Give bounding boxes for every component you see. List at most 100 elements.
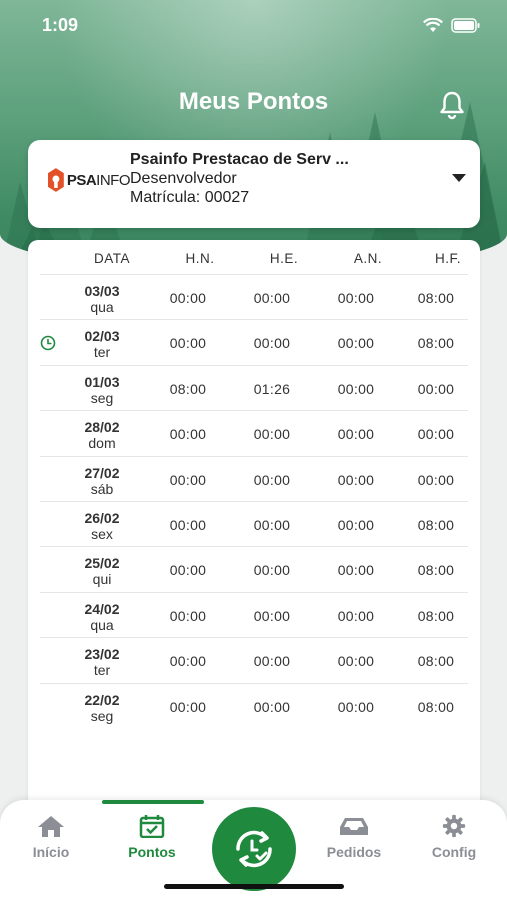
register-punch-button[interactable] <box>212 807 296 891</box>
row-value-hf: 08:00 <box>417 653 455 670</box>
row-value-hn: 00:00 <box>169 562 207 579</box>
nav-item-config[interactable]: Config <box>404 814 504 860</box>
employee-registration: Matrícula: 00027 <box>130 189 250 206</box>
dropdown-caret-icon[interactable] <box>452 174 466 182</box>
row-date: 24/02 qua <box>72 601 132 633</box>
row-value-an: 00:00 <box>337 335 375 352</box>
company-logo: PSAINFO <box>48 164 130 196</box>
row-value-hn: 00:00 <box>169 607 207 624</box>
row-value-hn: 00:00 <box>169 698 207 715</box>
row-value-hn: 00:00 <box>169 290 207 306</box>
table-row[interactable]: 28/02 dom 00:00 00:00 00:00 00:00 <box>40 410 468 455</box>
nav-item-inicio[interactable]: Início <box>1 814 101 860</box>
home-indicator <box>164 884 344 889</box>
row-date-day: 01/03 <box>84 373 120 390</box>
row-date-day: 26/02 <box>84 509 120 526</box>
row-weekday: qui <box>92 571 112 588</box>
row-value-hf: 08:00 <box>417 516 455 533</box>
status-bar: 1:09 <box>0 0 507 50</box>
inbox-tray-icon <box>340 818 368 835</box>
row-value-he: 00:00 <box>253 426 291 443</box>
row-date-day: 28/02 <box>84 419 120 436</box>
row-value-he: 00:00 <box>253 698 291 715</box>
column-header-he: H.E. <box>269 251 299 266</box>
row-value-hf: 00:00 <box>417 471 455 488</box>
row-value-an: 00:00 <box>337 380 375 397</box>
column-header-hn: H.N. <box>185 251 215 266</box>
table-row[interactable]: 01/03 seg 08:00 01:26 00:00 00:00 <box>40 364 468 410</box>
row-date-day: 23/02 <box>84 646 120 663</box>
row-value-hn: 00:00 <box>169 653 207 670</box>
employee-role: Desenvolvedor <box>130 170 237 187</box>
row-weekday: seg <box>90 707 114 724</box>
row-value-an: 00:00 <box>337 471 375 488</box>
table-row[interactable]: 24/02 qua 00:00 00:00 00:00 08:00 <box>40 591 468 637</box>
row-value-hf: 08:00 <box>417 290 455 306</box>
company-selector[interactable]: PSAINFO Psainfo Prestacao de Serv ... De… <box>28 140 480 228</box>
nav-label-inicio: Início <box>32 844 70 860</box>
row-date-day: 25/02 <box>84 555 120 572</box>
table-row[interactable]: 03/03 qua 00:00 00:00 00:00 08:00 <box>40 274 468 319</box>
timesheet-table: DATA H.N. H.E. A.N. H.F. 03/03 qua 00:00 00… <box>28 240 480 820</box>
table-row[interactable]: 02/03 ter 00:00 00:00 00:00 08:00 <box>40 319 468 364</box>
row-date: 28/02 dom <box>72 419 132 451</box>
row-value-hn: 00:00 <box>169 516 207 533</box>
table-row[interactable]: 26/02 sex 00:00 00:00 00:00 08:00 <box>40 500 468 546</box>
row-weekday: dom <box>88 435 116 452</box>
row-value-an: 00:00 <box>337 426 375 443</box>
status-time: 1:09 <box>42 14 79 35</box>
row-value-an: 00:00 <box>337 607 375 624</box>
row-value-hf: 08:00 <box>417 607 455 624</box>
row-weekday: qua <box>90 299 114 315</box>
row-value-hn: 00:00 <box>169 426 207 443</box>
table-body: 03/03 qua 00:00 00:00 00:00 08:00 02/03 ter 00:0… <box>40 274 468 728</box>
nav-label-pontos: Pontos <box>128 844 176 860</box>
row-value-he: 00:00 <box>253 290 291 306</box>
row-value-he: 00:00 <box>253 471 291 488</box>
logo-text-light: INFO <box>96 171 130 189</box>
row-value-hf: 08:00 <box>417 335 455 352</box>
row-value-hf: 08:00 <box>417 698 455 715</box>
column-header-an: A.N. <box>353 251 383 266</box>
row-date: 27/02 sáb <box>72 465 132 497</box>
nav-label-config: Config <box>431 844 477 860</box>
table-header: DATA H.N. H.E. A.N. H.F. <box>28 240 480 274</box>
row-date: 23/02 ter <box>72 646 132 678</box>
row-value-an: 00:00 <box>337 562 375 579</box>
table-row[interactable]: 25/02 qui 00:00 00:00 00:00 08:00 <box>40 546 468 591</box>
nav-item-pontos[interactable]: Pontos <box>102 814 202 860</box>
active-tab-indicator <box>102 800 204 804</box>
bell-icon[interactable] <box>437 90 467 120</box>
wifi-icon <box>423 17 443 32</box>
row-date: 25/02 qui <box>72 555 132 587</box>
row-value-he: 00:00 <box>253 607 291 624</box>
row-value-he: 00:00 <box>253 335 291 352</box>
table-row[interactable]: 22/02 seg 00:00 00:00 00:00 08:00 <box>40 682 468 728</box>
clock-icon <box>40 336 56 351</box>
table-row[interactable]: 23/02 ter 00:00 00:00 00:00 08:00 <box>40 637 468 682</box>
home-icon <box>38 816 64 837</box>
nav-item-pedidos[interactable]: Pedidos <box>304 814 404 860</box>
row-value-he: 00:00 <box>253 653 291 670</box>
table-row[interactable]: 27/02 sáb 00:00 00:00 00:00 00:00 <box>40 455 468 501</box>
row-value-he: 00:00 <box>253 562 291 579</box>
psainfo-logo-icon <box>48 168 64 192</box>
row-value-hf: 08:00 <box>417 562 455 579</box>
row-date: 26/02 sex <box>72 510 132 542</box>
row-weekday: seg <box>90 389 114 406</box>
row-date: 03/03 qua <box>72 283 132 315</box>
row-value-an: 00:00 <box>337 653 375 670</box>
page-title: Meus Pontos <box>178 88 329 115</box>
column-header-hf: H.F. <box>434 251 461 266</box>
row-value-an: 00:00 <box>337 516 375 533</box>
row-date-day: 22/02 <box>84 691 120 708</box>
row-date-day: 03/03 <box>84 283 120 299</box>
battery-icon <box>451 17 480 33</box>
row-weekday: sáb <box>90 480 114 497</box>
row-weekday: qua <box>90 616 114 633</box>
row-value-hf: 00:00 <box>417 380 455 397</box>
row-value-an: 00:00 <box>337 698 375 715</box>
row-date: 22/02 seg <box>72 692 132 724</box>
row-value-hf: 00:00 <box>417 426 455 443</box>
column-header-date: DATA <box>93 251 130 266</box>
